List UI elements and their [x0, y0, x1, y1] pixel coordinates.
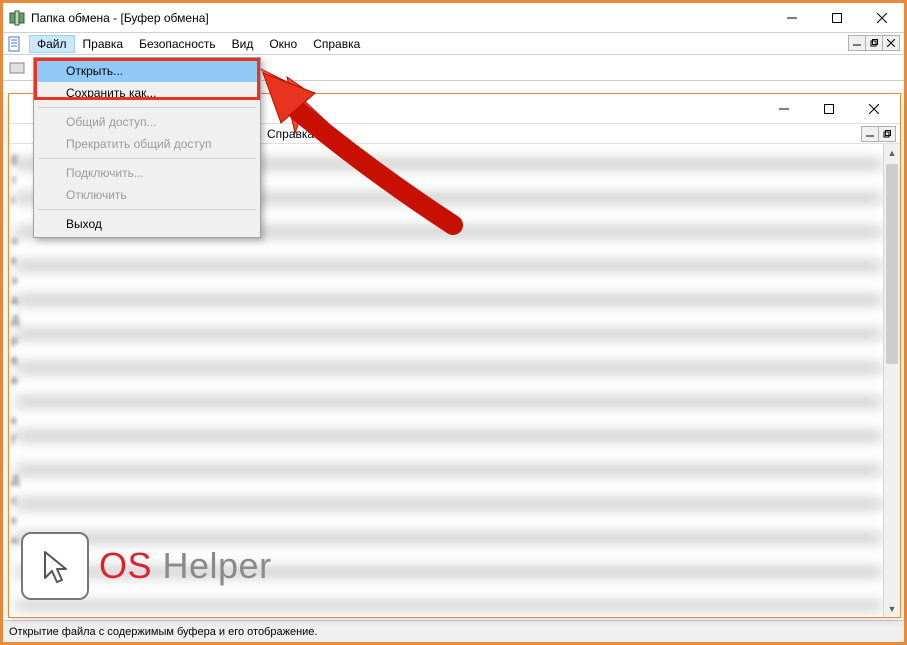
watermark-os: OS: [99, 545, 152, 586]
scroll-down-arrow[interactable]: ▼: [884, 600, 900, 617]
menu-open[interactable]: Открыть...: [36, 60, 258, 82]
mdi-controls: [849, 35, 900, 51]
mdi-minimize[interactable]: [848, 35, 866, 51]
statusbar-text: Открытие файла с содержимым буфера и его…: [9, 626, 317, 638]
menu-help[interactable]: Справка: [305, 35, 368, 53]
scroll-thumb[interactable]: [886, 164, 898, 364]
maximize-button[interactable]: [814, 3, 859, 32]
menu-stop-share[interactable]: Прекратить общий доступ: [36, 133, 258, 155]
child-maximize[interactable]: [806, 95, 851, 123]
child-mdi-minimize[interactable]: [861, 126, 879, 142]
menu-separator: [38, 209, 256, 210]
file-menu-dropdown: Открыть... Сохранить как... Общий доступ…: [33, 57, 261, 238]
menu-connect[interactable]: Подключить...: [36, 162, 258, 184]
menu-file[interactable]: Файл: [29, 35, 75, 53]
watermark-logo: OS Helper: [21, 532, 272, 600]
main-window: Папка обмена - [Буфер обмена] Файл Правк…: [0, 0, 907, 645]
menu-exit[interactable]: Выход: [36, 213, 258, 235]
child-mdi-restore[interactable]: [878, 126, 896, 142]
menubar: Файл Правка Безопасность Вид Окно Справк…: [3, 33, 904, 55]
watermark-text: OS Helper: [99, 545, 272, 587]
watermark-helper: Helper: [152, 545, 272, 586]
cursor-icon: [21, 532, 89, 600]
toolbar-icon[interactable]: [9, 60, 25, 76]
titlebar: Папка обмена - [Буфер обмена]: [3, 3, 904, 33]
menu-separator: [38, 158, 256, 159]
minimize-button[interactable]: [769, 3, 814, 32]
menu-disconnect[interactable]: Отключить: [36, 184, 258, 206]
app-icon: [9, 10, 25, 26]
scroll-up-arrow[interactable]: ▲: [884, 144, 900, 161]
menu-share[interactable]: Общий доступ...: [36, 111, 258, 133]
close-button[interactable]: [859, 3, 904, 32]
menu-security[interactable]: Безопасность: [131, 35, 224, 53]
child-close[interactable]: [851, 95, 896, 123]
vertical-scrollbar[interactable]: ▲ ▼: [883, 144, 900, 617]
window-controls: [769, 3, 904, 32]
mdi-close[interactable]: [882, 35, 900, 51]
child-minimize[interactable]: [761, 95, 806, 123]
statusbar: Открытие файла с содержимым буфера и его…: [3, 620, 904, 642]
child-menu-help[interactable]: Справка: [259, 125, 322, 143]
mdi-restore[interactable]: [865, 35, 883, 51]
menu-save-as[interactable]: Сохранить как...: [36, 82, 258, 104]
menu-edit[interactable]: Правка: [75, 35, 132, 53]
menu-view[interactable]: Вид: [224, 35, 262, 53]
menu-separator: [38, 107, 256, 108]
child-mdi-controls: [862, 126, 896, 142]
menu-window[interactable]: Окно: [261, 35, 305, 53]
window-title: Папка обмена - [Буфер обмена]: [31, 11, 209, 25]
doc-icon: [7, 36, 23, 52]
